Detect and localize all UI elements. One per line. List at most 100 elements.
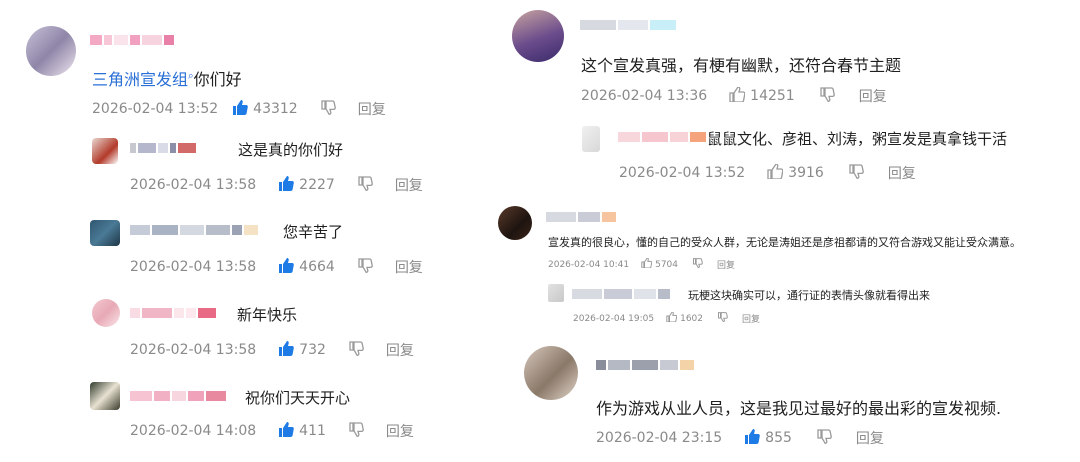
thumbs-down-icon[interactable] [816,428,832,448]
like-count: 2227 [299,177,335,193]
reply-button[interactable]: 回复 [358,99,386,119]
avatar[interactable] [90,382,120,410]
thumbs-down-icon[interactable] [348,421,364,441]
reply-meta: 2026-02-04 13:58 732 回复 [130,340,414,360]
reply-text: 这是真的你们好 [238,141,344,159]
timestamp: 2026-02-04 13:36 [581,88,708,104]
thumbs-down-icon[interactable] [692,258,703,271]
avatar[interactable] [512,10,564,62]
avatar[interactable] [498,206,532,240]
username-blurred[interactable] [546,210,616,224]
thumbs-up-icon[interactable] [641,257,653,271]
avatar[interactable] [524,346,578,400]
timestamp: 2026-02-04 13:52 [92,101,219,117]
reply-button[interactable]: 回复 [395,175,423,195]
username-blurred[interactable] [130,223,258,237]
thumbs-up-icon[interactable] [729,85,746,106]
reply-meta: 2026-02-04 19:05 1602 回复 [573,311,760,325]
avatar[interactable] [90,220,120,246]
like-count: 43312 [253,101,298,117]
username-blurred[interactable] [596,358,694,372]
comment-item: 这个宣发真强，有梗有幽默，还符合春节主题 2026-02-04 13:36 14… [490,0,1080,115]
mention-link[interactable]: 三角洲宣发组 [92,70,188,89]
timestamp: 2026-02-04 19:05 [573,313,655,324]
like-count: 1602 [680,313,704,324]
thumbs-down-icon[interactable] [348,340,364,360]
comment-item: 三角洲宣发组⌕你们好 2026-02-04 13:52 43312 回复 [0,0,470,120]
reply-button[interactable]: 回复 [888,163,916,183]
reply-text: 玩梗这块确实可以，通行证的表情头像就看得出来 [688,289,930,302]
like-count: 4664 [299,259,335,275]
username-blurred[interactable] [130,141,196,155]
thumbs-down-icon[interactable] [357,175,373,195]
timestamp: 2026-02-04 13:58 [130,259,257,275]
comment-text: 三角洲宣发组⌕你们好 [92,70,242,89]
reply-button[interactable]: 回复 [386,340,414,360]
thumbs-down-icon[interactable] [320,99,336,119]
reply-text: 您辛苦了 [283,223,344,241]
reply-meta: 2026-02-04 13:58 4664 回复 [130,257,423,277]
comment-text: 作为游戏从业人员，这是我见过最好的最出彩的宣发视频. [596,399,1002,418]
thumbs-up-icon[interactable] [278,421,295,441]
timestamp: 2026-02-04 13:58 [130,342,257,358]
comment-meta: 2026-02-04 13:52 43312 回复 [92,99,386,119]
username-blurred[interactable] [618,130,706,144]
comment-text: 宣发真的很良心，懂的自己的受众人群，无论是涛姐还是彦祖都请的又符合游戏又能让受众… [548,236,1021,249]
thumbs-down-icon[interactable] [357,257,373,277]
reply-button[interactable]: 回复 [856,428,884,448]
reply-button[interactable]: 回复 [386,421,414,441]
thumbs-up-icon[interactable] [278,257,295,277]
reply-meta: 2026-02-04 14:08 411 回复 [130,421,414,441]
timestamp: 2026-02-04 14:08 [130,423,257,439]
username-blurred[interactable] [130,389,226,403]
like-count: 732 [299,342,326,358]
thumbs-down-icon[interactable] [819,86,835,106]
avatar[interactable] [548,284,564,302]
username-blurred[interactable] [580,18,676,32]
reply-item: 您辛苦了 2026-02-04 13:58 4664 回复 [0,212,470,276]
reply-item: 鼠鼠文化、彦祖、刘涛，粥宣发是真拿钱干活 2026-02-04 13:52 39… [490,120,1080,185]
comment-item: 宣发真的很良心，懂的自己的受众人群，无论是涛姐还是彦祖都请的又符合游戏又能让受众… [490,200,1080,275]
timestamp: 2026-02-04 23:15 [596,430,723,446]
reply-button[interactable]: 回复 [717,258,735,271]
timestamp: 2026-02-04 13:52 [619,165,746,181]
comment-meta: 2026-02-04 10:41 5704 回复 [548,257,735,271]
like-count: 14251 [750,88,795,104]
avatar[interactable] [26,26,76,76]
comment-meta: 2026-02-04 23:15 855 回复 [596,428,884,448]
timestamp: 2026-02-04 13:58 [130,177,257,193]
comment-item: 作为游戏从业人员，这是我见过最好的最出彩的宣发视频. 2026-02-04 23… [490,340,1080,450]
thumbs-down-icon[interactable] [717,312,728,325]
thumbs-up-icon[interactable] [278,340,295,360]
timestamp: 2026-02-04 10:41 [548,259,630,270]
avatar[interactable] [92,299,120,327]
thumbs-up-icon[interactable] [744,428,761,448]
thumbs-up-icon[interactable] [666,311,678,325]
username-blurred[interactable] [130,306,216,320]
reply-button[interactable]: 回复 [395,257,423,277]
reply-button[interactable]: 回复 [742,312,760,325]
like-count: 3916 [788,165,824,181]
thumbs-up-icon[interactable] [767,162,784,183]
username-blurred[interactable] [572,287,670,301]
reply-item: 这是真的你们好 2026-02-04 13:58 2227 回复 [0,130,470,194]
reply-item: 新年快乐 2026-02-04 13:58 732 回复 [0,295,470,359]
reply-text: 祝你们天天开心 [245,389,351,407]
reply-item: 祝你们天天开心 2026-02-04 14:08 411 回复 [0,378,470,440]
avatar[interactable] [582,126,600,152]
reply-button[interactable]: 回复 [859,86,887,106]
reply-text: 鼠鼠文化、彦祖、刘涛，粥宣发是真拿钱干活 [707,130,1008,148]
thumbs-up-icon[interactable] [232,99,249,119]
thumbs-up-icon[interactable] [278,175,295,195]
reply-meta: 2026-02-04 13:58 2227 回复 [130,175,423,195]
reply-meta: 2026-02-04 13:52 3916 回复 [619,162,916,183]
reply-item: 玩梗这块确实可以，通行证的表情头像就看得出来 2026-02-04 19:05 … [490,280,1080,330]
avatar[interactable] [92,138,118,164]
like-count: 411 [299,423,326,439]
comment-text: 这个宣发真强，有梗有幽默，还符合春节主题 [581,56,902,75]
thumbs-down-icon[interactable] [848,163,864,183]
username-blurred[interactable] [90,33,174,47]
reply-text: 新年快乐 [237,306,298,324]
like-count: 855 [765,430,792,446]
like-count: 5704 [655,259,679,270]
